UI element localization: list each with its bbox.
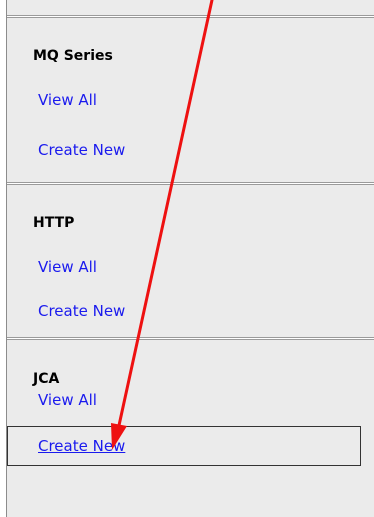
mq-series-view-all-link[interactable]: View All bbox=[38, 90, 97, 110]
previous-section bbox=[7, 0, 374, 15]
http-create-new-link[interactable]: Create New bbox=[38, 301, 125, 321]
jca-view-all-link[interactable]: View All bbox=[38, 390, 97, 410]
mq-series-heading: MQ Series bbox=[33, 48, 113, 64]
jca-create-new-link[interactable]: Create New bbox=[38, 436, 125, 456]
jca-heading: JCA bbox=[33, 371, 60, 387]
mq-series-create-new-link[interactable]: Create New bbox=[38, 140, 125, 160]
navigation-panel: MQ Series View All Create New HTTP View … bbox=[0, 0, 374, 517]
http-view-all-link[interactable]: View All bbox=[38, 257, 97, 277]
http-heading: HTTP bbox=[33, 215, 75, 231]
